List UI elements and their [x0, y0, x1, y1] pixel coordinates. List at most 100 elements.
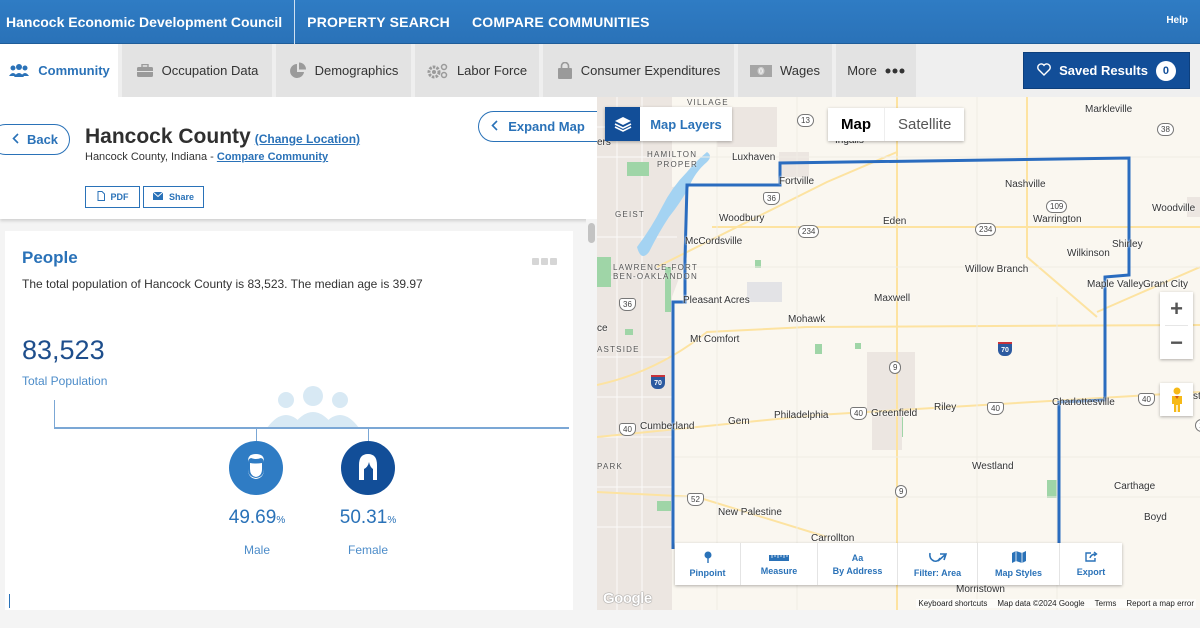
map-town-label: Gem — [728, 416, 750, 427]
state-route-shield: 234 — [798, 225, 820, 238]
change-location-link[interactable]: (Change Location) — [255, 132, 360, 146]
zoom-control: + − — [1160, 292, 1193, 359]
saved-results-label: Saved Results — [1059, 63, 1148, 78]
ruler-icon — [769, 553, 789, 563]
county-name: Hancock County — [85, 125, 251, 148]
us-route-shield: 36 — [619, 298, 636, 311]
share-label: Share — [168, 192, 194, 202]
map-district-label: BEN-OAKLANDON — [613, 272, 698, 281]
svg-text:0: 0 — [759, 68, 763, 75]
map-type-map-button[interactable]: Map — [828, 108, 884, 141]
tab-label: Community — [38, 63, 110, 78]
page-title: Hancock County (Change Location) — [85, 125, 360, 149]
card-options-menu[interactable] — [532, 258, 557, 265]
map-data-credit: Map data ©2024 Google — [997, 599, 1085, 608]
us-route-shield: 40 — [619, 423, 636, 436]
help-link[interactable]: Help — [1166, 15, 1188, 26]
map-layers-button[interactable]: Map Layers — [605, 107, 732, 141]
map-base-layer — [597, 97, 1200, 610]
compare-community-link[interactable]: Compare Community — [217, 151, 328, 163]
saved-results-button[interactable]: Saved Results 0 — [1023, 52, 1190, 89]
group-people-icon — [267, 386, 359, 433]
interstate-shield: 70 — [998, 342, 1012, 356]
map-town-label: ce — [597, 323, 608, 334]
map-layers-label: Map Layers — [650, 116, 722, 132]
map-town-label: Wilkinson — [1067, 248, 1110, 259]
gears-icon — [427, 63, 449, 79]
state-route-shield: 38 — [1157, 123, 1174, 136]
shopping-bag-icon — [557, 61, 573, 80]
map-town-label: Willow Branch — [965, 264, 1029, 275]
report-map-error-link[interactable]: Report a map error — [1126, 599, 1194, 608]
layers-icon — [605, 107, 640, 141]
map-town-label: Fortville — [779, 176, 815, 187]
top-navigation-bar: Hancock Economic Development Council PRO… — [0, 0, 1200, 44]
map-district-label: PARK — [597, 462, 623, 471]
tab-wages[interactable]: 0 Wages — [738, 44, 832, 97]
map-view[interactable]: MarklevilleLuxhavenIngallsFortvilleNashv… — [597, 97, 1200, 610]
tab-demographics[interactable]: Demographics — [276, 44, 411, 97]
map-town-label: Maple Valley — [1087, 279, 1144, 290]
total-population-value: 83,523 — [22, 335, 105, 365]
chevron-left-icon — [12, 132, 19, 147]
ellipsis-icon — [885, 68, 905, 74]
map-icon — [1011, 550, 1026, 565]
us-route-shield: 40 — [850, 407, 867, 420]
tab-labor-force[interactable]: Labor Force — [415, 44, 539, 97]
nav-property-search[interactable]: PROPERTY SEARCH — [307, 14, 450, 30]
keyboard-shortcuts-link[interactable]: Keyboard shortcuts — [918, 599, 987, 608]
terms-link[interactable]: Terms — [1095, 599, 1117, 608]
street-view-pegman-icon[interactable] — [1160, 383, 1193, 416]
map-town-label: Woodville — [1152, 203, 1196, 214]
tool-export[interactable]: Export — [1060, 543, 1122, 585]
state-route-shield: 234 — [975, 223, 997, 236]
tab-more[interactable]: More — [836, 44, 916, 97]
state-route-shield: 13 — [797, 114, 814, 127]
map-attribution: Keyboard shortcuts Map data ©2024 Google… — [916, 599, 1196, 608]
map-type-satellite-button[interactable]: Satellite — [884, 108, 964, 141]
tool-filter-area[interactable]: Filter: Area — [898, 543, 978, 585]
zoom-in-button[interactable]: + — [1160, 292, 1193, 325]
google-logo: Google — [603, 590, 652, 607]
card-description: The total population of Hancock County i… — [22, 277, 423, 291]
map-town-label: Mohawk — [788, 314, 826, 325]
expand-map-label: Expand Map — [508, 119, 585, 134]
map-town-label: Greenfield — [871, 408, 918, 419]
map-town-label: Grant City — [1143, 279, 1189, 290]
state-route-shield: 109 — [1046, 200, 1068, 213]
scrollbar-thumb[interactable] — [588, 223, 595, 243]
total-population-label: Total Population — [22, 374, 108, 388]
location-header: Back Hancock County (Change Location) Han… — [0, 97, 597, 219]
tab-occupation-data[interactable]: Occupation Data — [122, 44, 272, 97]
map-town-label: ste — [1193, 391, 1200, 402]
tab-label: Occupation Data — [161, 63, 259, 78]
map-type-control: Map Satellite — [828, 108, 965, 141]
brand-link[interactable]: Hancock Economic Development Council — [0, 0, 296, 44]
map-district-label: PROPER — [657, 160, 698, 169]
page-footer — [0, 610, 1200, 628]
connector-line — [54, 400, 55, 428]
map-town-label: Charlottesville — [1052, 397, 1115, 408]
female-label: Female — [347, 543, 388, 557]
envelope-icon — [152, 191, 164, 202]
tool-map-styles[interactable]: Map Styles — [978, 543, 1060, 585]
heart-icon — [1037, 62, 1051, 79]
tab-consumer-expenditures[interactable]: Consumer Expenditures — [543, 44, 734, 97]
tool-measure[interactable]: Measure — [741, 543, 818, 585]
zoom-out-button[interactable]: − — [1160, 326, 1193, 359]
tool-pinpoint[interactable]: Pinpoint — [675, 543, 741, 585]
map-district-label: HAMILTON — [647, 150, 698, 159]
tool-by-address[interactable]: Aa By Address — [818, 543, 898, 585]
map-town-label: Shirley — [1112, 239, 1143, 250]
share-button[interactable]: Share — [143, 186, 204, 208]
map-town-label: Maxwell — [874, 293, 911, 304]
map-town-label: Riley — [934, 402, 957, 413]
pdf-button[interactable]: PDF — [85, 186, 140, 208]
expand-map-button[interactable]: Expand Map — [478, 111, 597, 142]
nav-compare-communities[interactable]: COMPARE COMMUNITIES — [472, 14, 650, 30]
panel-scrollbar[interactable] — [586, 219, 597, 610]
map-town-label: Nashville — [1005, 179, 1046, 190]
pin-icon — [704, 551, 712, 565]
back-button[interactable]: Back — [0, 124, 70, 155]
tab-community[interactable]: Community — [0, 44, 118, 97]
